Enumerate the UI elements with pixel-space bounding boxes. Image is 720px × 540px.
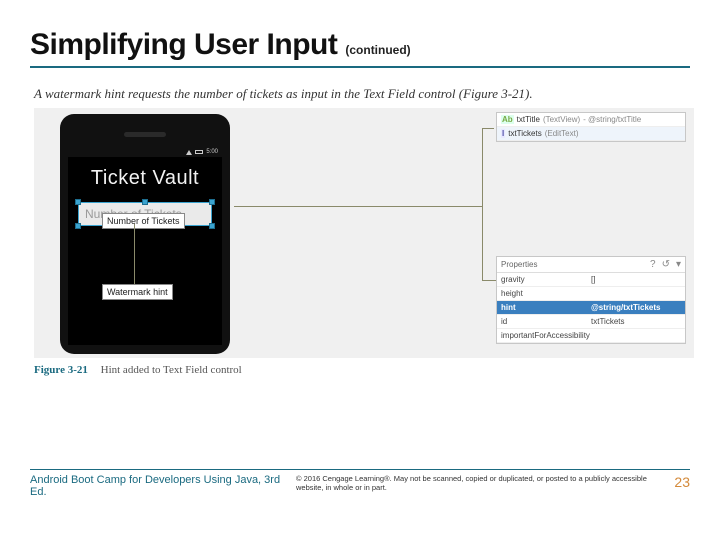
figure-caption: Figure 3-21 Hint added to Text Field con…: [34, 364, 690, 376]
properties-header: Properties ? ↺ ▾: [497, 257, 685, 273]
prop-val: [591, 331, 681, 340]
app-title: Ticket Vault: [68, 157, 222, 202]
resize-handle: [142, 199, 148, 205]
resize-handle: [75, 199, 81, 205]
resize-handle: [209, 223, 215, 229]
continued-label: (continued): [345, 43, 410, 57]
tree-row-txttickets[interactable]: I txtTickets (EditText): [497, 127, 685, 141]
status-time: 5:00: [206, 149, 218, 155]
page-title: Simplifying User Input: [30, 28, 337, 62]
phone-screen: 5:00 Ticket Vault Number of Tickets: [68, 145, 222, 345]
prop-key: hint: [501, 303, 591, 312]
battery-icon: [195, 150, 203, 154]
help-icon[interactable]: ?: [650, 259, 656, 270]
tree-item-type: (EditText): [545, 129, 579, 138]
figure-number: Figure 3-21: [34, 364, 88, 376]
prop-row-id[interactable]: id txtTickets: [497, 315, 685, 329]
prop-val: []: [591, 275, 681, 284]
properties-panel: Properties ? ↺ ▾ gravity [] height hint …: [496, 256, 686, 344]
prop-val: txtTickets: [591, 317, 681, 326]
connector-line: [482, 280, 496, 281]
title-row: Simplifying User Input (continued): [30, 28, 690, 68]
tree-item-type: (TextView): [543, 115, 580, 124]
prop-val: @string/txtTickets: [591, 303, 681, 312]
prop-val: [591, 289, 681, 298]
resize-handle: [209, 199, 215, 205]
signal-icon: [186, 150, 192, 155]
filter-icon[interactable]: ▾: [676, 259, 681, 270]
figure-desc: Hint added to Text Field control: [101, 364, 242, 376]
undo-icon[interactable]: ↺: [662, 259, 670, 270]
connector-line: [482, 128, 494, 129]
prop-key: height: [501, 289, 591, 298]
page-number: 23: [660, 474, 690, 490]
prop-row-gravity[interactable]: gravity []: [497, 273, 685, 287]
book-title: Android Boot Camp for Developers Using J…: [30, 474, 290, 498]
status-bar: 5:00: [68, 145, 222, 157]
phone-speaker: [124, 132, 166, 137]
figure-area: 5:00 Ticket Vault Number of Tickets Numb…: [34, 108, 694, 358]
prop-key: id: [501, 317, 591, 326]
resize-handle: [75, 223, 81, 229]
prop-key: importantForAccessibility: [501, 331, 591, 340]
watermark-caption: A watermark hint requests the number of …: [34, 86, 690, 102]
prop-row-hint[interactable]: hint @string/txtTickets: [497, 301, 685, 315]
phone-mockup: 5:00 Ticket Vault Number of Tickets: [60, 114, 230, 354]
connector-line: [134, 224, 135, 284]
callout-watermark-hint: Watermark hint: [102, 284, 173, 300]
connector-line: [482, 128, 483, 280]
footer: Android Boot Camp for Developers Using J…: [30, 469, 690, 498]
component-tree-panel: Ab txtTitle (TextView) - @string/txtTitl…: [496, 112, 686, 142]
callout-number-of-tickets: Number of Tickets: [102, 213, 185, 229]
properties-label: Properties: [501, 260, 537, 269]
tree-item-name: txtTitle: [517, 115, 540, 124]
connector-line: [234, 206, 482, 207]
prop-key: gravity: [501, 275, 591, 284]
copyright-text: © 2016 Cengage Learning®. May not be sca…: [290, 474, 660, 492]
prop-row-height[interactable]: height: [497, 287, 685, 301]
tree-item-name: txtTickets: [508, 129, 541, 138]
prop-row-important[interactable]: importantForAccessibility: [497, 329, 685, 343]
textview-icon: Ab: [501, 115, 514, 124]
edittext-icon: I: [501, 129, 505, 138]
tree-item-ref: - @string/txtTitle: [583, 115, 641, 124]
tree-row-txttitle[interactable]: Ab txtTitle (TextView) - @string/txtTitl…: [497, 113, 685, 127]
